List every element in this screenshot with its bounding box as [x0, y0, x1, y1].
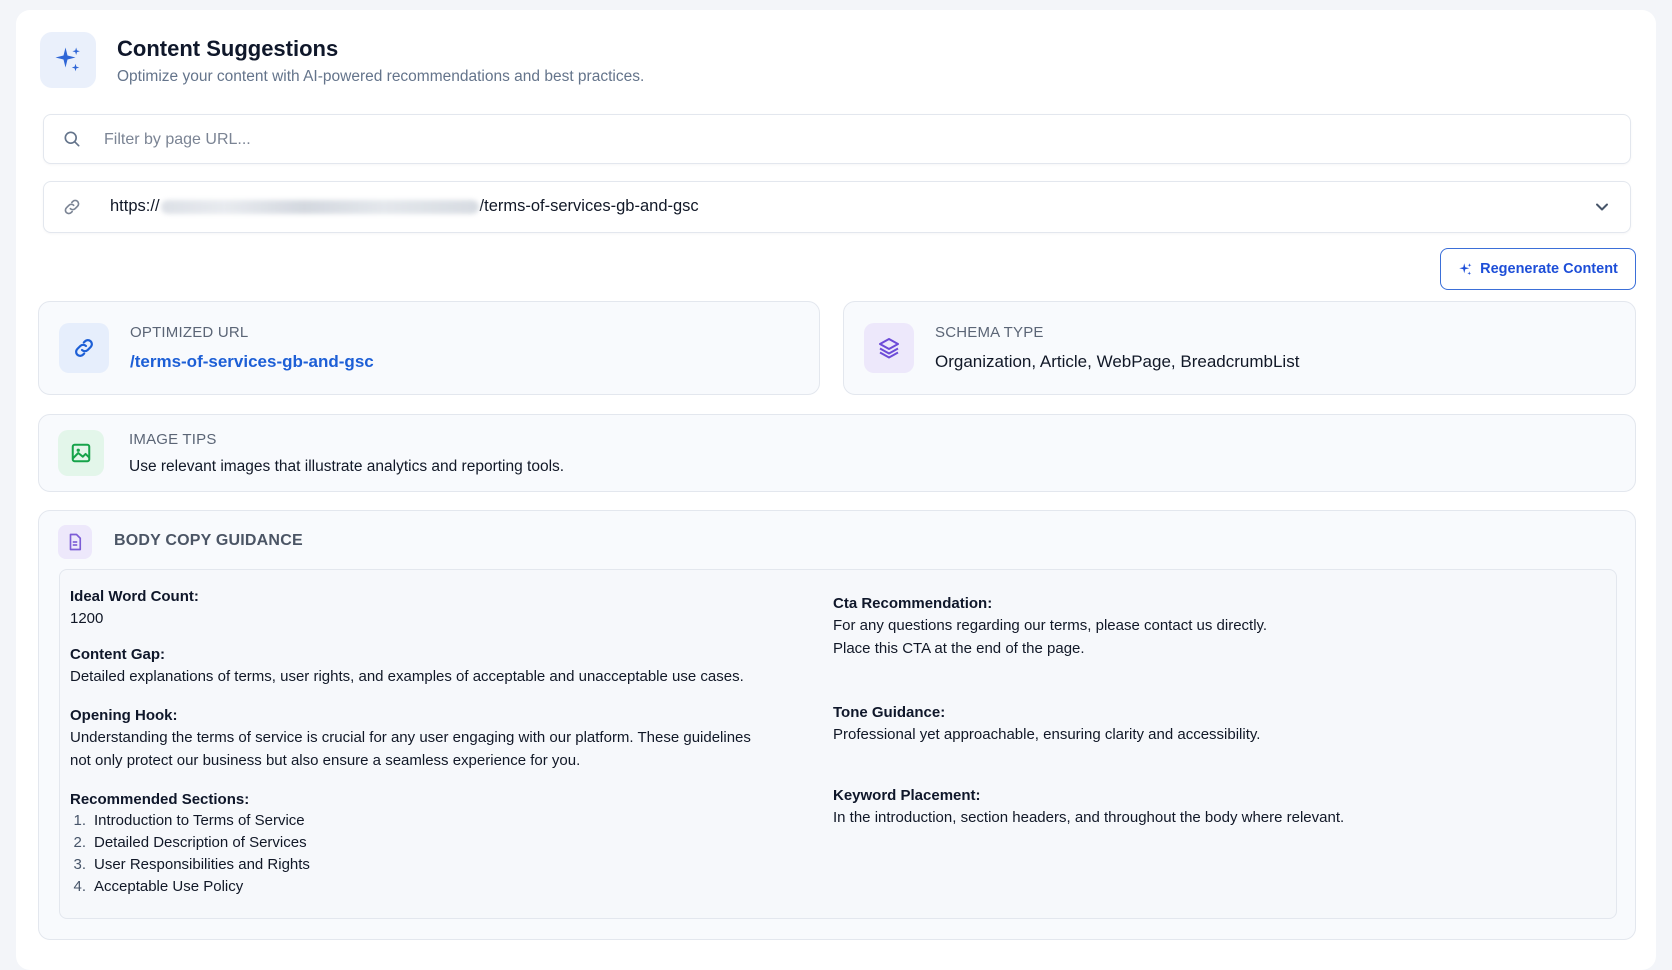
redacted-domain [160, 199, 479, 214]
link-icon [62, 197, 82, 222]
image-tips-label: IMAGE TIPS [129, 431, 217, 448]
tone-guidance-heading: Tone Guidance: [833, 704, 946, 721]
image-icon [58, 430, 104, 476]
schema-type-card: SCHEMA TYPE Organization, Article, WebPa… [843, 301, 1636, 395]
schema-type-value: Organization, Article, WebPage, Breadcru… [935, 352, 1300, 371]
keyword-placement-text: In the introduction, section headers, an… [833, 809, 1345, 826]
filter-field [43, 114, 1631, 165]
cta-recommendation-line-2: Place this CTA at the end of the page. [833, 640, 1085, 657]
opening-hook-line-1: Understanding the terms of service is cr… [70, 729, 751, 746]
schema-type-label: SCHEMA TYPE [935, 324, 1044, 341]
optimized-url-card: OPTIMIZED URL /terms-of-services-gb-and-… [38, 301, 820, 395]
body-copy-guidance-card: BODY COPY GUIDANCE Ideal Word Count: 120… [38, 510, 1636, 940]
link-icon [59, 323, 109, 373]
url-suffix: /terms-of-services-gb-and-gsc [479, 197, 699, 215]
regenerate-content-button[interactable]: Regenerate Content [1440, 248, 1636, 290]
content-gap-heading: Content Gap: [70, 646, 165, 663]
tone-guidance-text: Professional yet approachable, ensuring … [833, 726, 1261, 743]
page-subtitle: Optimize your content with AI-powered re… [117, 68, 645, 85]
regenerate-label: Regenerate Content [1480, 261, 1618, 277]
list-item: 2. Detailed Description of Services [73, 834, 307, 851]
filter-url-input[interactable] [102, 115, 1586, 165]
list-item: 3. User Responsibilities and Rights [73, 856, 310, 873]
optimized-url-link[interactable]: /terms-of-services-gb-and-gsc [130, 352, 374, 372]
selected-page-url: https:// /terms-of-services-gb-and-gsc [110, 197, 699, 216]
cta-recommendation-heading: Cta Recommendation: [833, 595, 993, 612]
opening-hook-heading: Opening Hook: [70, 707, 178, 724]
document-icon [58, 525, 92, 559]
cta-recommendation-line-1: For any questions regarding our terms, p… [833, 617, 1268, 634]
page-url-select[interactable]: https:// /terms-of-services-gb-and-gsc [43, 181, 1631, 233]
image-tips-value: Use relevant images that illustrate anal… [129, 458, 565, 475]
url-prefix: https:// [110, 197, 160, 215]
list-item: 4. Acceptable Use Policy [73, 878, 244, 895]
recommended-sections-heading: Recommended Sections: [70, 791, 250, 808]
layers-icon [864, 323, 914, 373]
list-item: 1. Introduction to Terms of Service [73, 812, 305, 829]
optimized-url-label: OPTIMIZED URL [130, 324, 249, 341]
search-icon [62, 129, 82, 154]
content-gap-text: Detailed explanations of terms, user rig… [70, 668, 744, 685]
body-copy-label: BODY COPY GUIDANCE [114, 532, 303, 549]
keyword-placement-heading: Keyword Placement: [833, 787, 981, 804]
body-copy-details: Ideal Word Count: 1200 Content Gap: Deta… [59, 569, 1617, 919]
page-title: Content Suggestions [117, 36, 339, 61]
opening-hook-line-2: not only protect our business but also e… [70, 752, 581, 769]
chevron-down-icon[interactable] [1592, 197, 1612, 222]
ideal-word-count-heading: Ideal Word Count: [70, 588, 199, 605]
image-tips-card: IMAGE TIPS Use relevant images that illu… [38, 414, 1636, 492]
sparkles-icon [1458, 262, 1473, 277]
sparkles-icon [40, 32, 96, 88]
recommended-sections-list: 1. Introduction to Terms of Service 2. Det… [70, 810, 310, 898]
ideal-word-count-value: 1200 [70, 610, 104, 627]
